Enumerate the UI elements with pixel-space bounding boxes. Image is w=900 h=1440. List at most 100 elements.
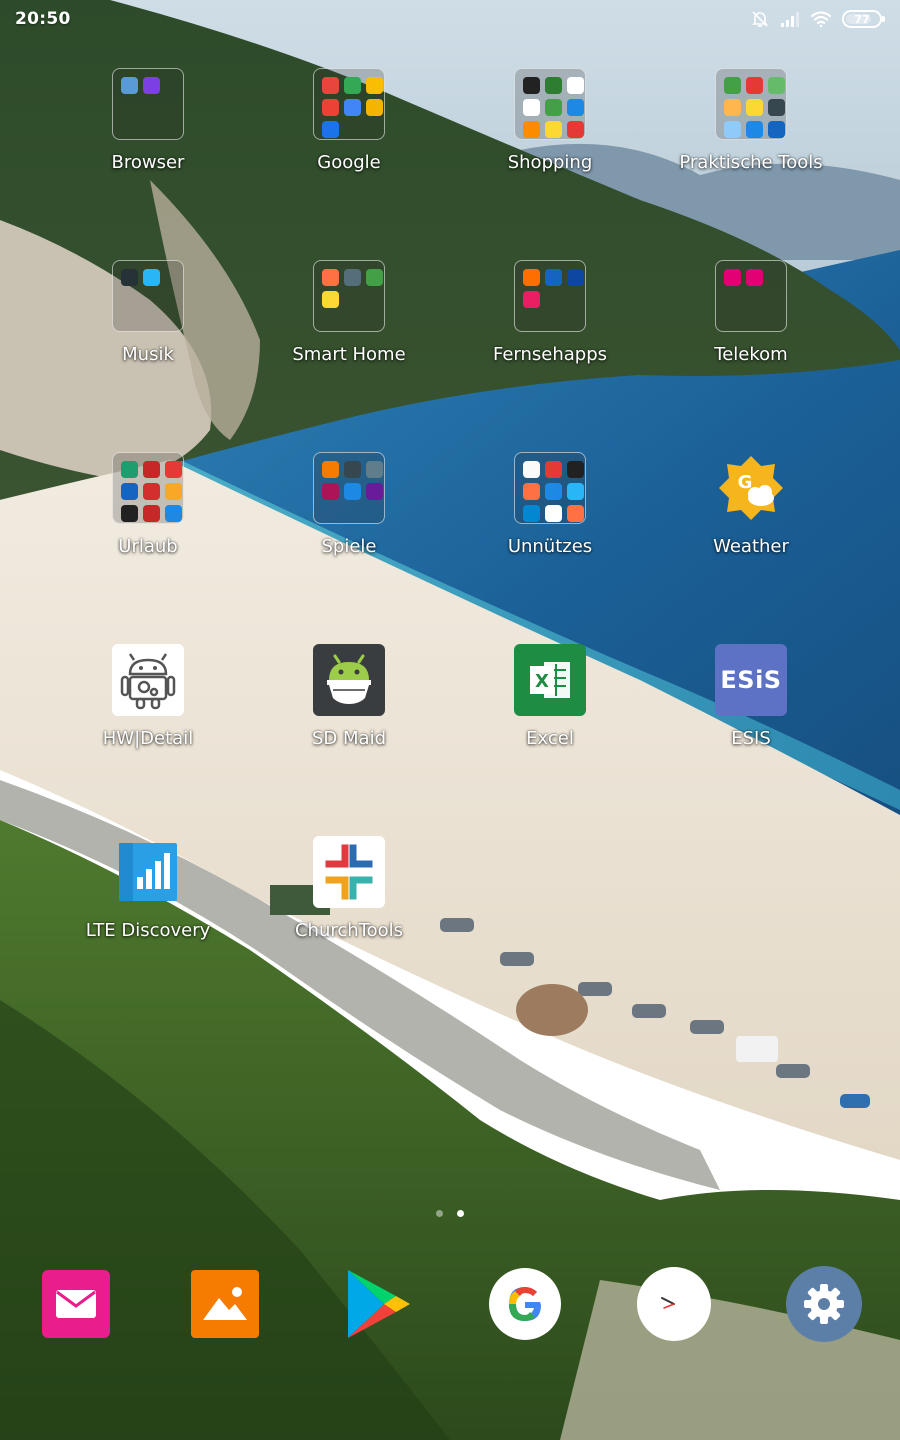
folder-mini-app-icon [344, 483, 361, 500]
folder-shopping[interactable]: Shopping [450, 68, 650, 218]
folder-praktische-tools[interactable]: Praktische Tools [651, 68, 851, 218]
folder-mini-app-icon [523, 121, 540, 138]
app-lte-discovery[interactable]: LTE Discovery [48, 836, 248, 986]
folder-mini-app-icon [344, 269, 361, 286]
folder-icon [715, 68, 787, 140]
folder-mini-app-icon [143, 269, 160, 286]
folder-mini-app-icon [366, 483, 383, 500]
folder-mini-app-icon [567, 77, 584, 94]
folder-label: Urlaub [118, 536, 178, 557]
folder-mini-app-icon [724, 121, 741, 138]
folder-mini-app-icon [523, 483, 540, 500]
folder-mini-app-icon [746, 99, 763, 116]
folder-mini-app-icon [545, 505, 562, 522]
folder-mini-app-icon [366, 77, 383, 94]
app-sd-maid[interactable]: SD Maid [249, 644, 449, 794]
android-robot-icon [112, 644, 184, 716]
folder-browser[interactable]: Browser [48, 68, 248, 218]
folder-icon [313, 452, 385, 524]
folder-mini-app-icon [366, 269, 383, 286]
app-label: Weather [713, 536, 789, 557]
folder-label: Google [317, 152, 381, 173]
churchtools-icon [313, 836, 385, 908]
folder-label: Fernsehapps [492, 344, 608, 365]
folder-smart-home[interactable]: Smart Home [249, 260, 449, 410]
app-label: ChurchTools [294, 920, 404, 941]
wifi-icon [810, 10, 832, 28]
folder-label: Spiele [321, 536, 377, 557]
dock-gallery-app[interactable] [187, 1268, 263, 1344]
folder-mini-app-icon [523, 505, 540, 522]
folder-mini-app-icon [545, 269, 562, 286]
folder-mini-app-icon [545, 99, 562, 116]
app-label: SD Maid [312, 728, 386, 749]
folder-mini-app-icon [143, 483, 160, 500]
folder-mini-app-icon [165, 461, 182, 478]
folder-mini-app-icon [523, 291, 540, 308]
folder-label: Unnützes [507, 536, 593, 557]
folder-mini-app-icon [322, 121, 339, 138]
folder-label: Musik [122, 344, 174, 365]
folder-icon [514, 68, 586, 140]
folder-musik[interactable]: Musik [48, 260, 248, 410]
folder-mini-app-icon [545, 483, 562, 500]
folder-icon [112, 260, 184, 332]
folder-mini-app-icon [724, 99, 741, 116]
app-label: HW|Detail [102, 728, 194, 749]
folder-mini-app-icon [121, 483, 138, 500]
folder-mini-app-icon [322, 99, 339, 116]
folder-telekom[interactable]: Telekom [651, 260, 851, 410]
folder-mini-app-icon [121, 269, 138, 286]
app-label: LTE Discovery [85, 920, 211, 941]
folder-icon [313, 260, 385, 332]
folder-urlaub[interactable]: Urlaub [48, 452, 248, 602]
folder-mini-app-icon [768, 99, 785, 116]
folder-icon [112, 452, 184, 524]
folder-mini-app-icon [121, 461, 138, 478]
dock-email-app[interactable] [38, 1268, 114, 1344]
page-dot-active[interactable] [457, 1210, 464, 1217]
folder-fernsehapps[interactable]: Fernsehapps [450, 260, 650, 410]
dock-play-store-app[interactable] [338, 1268, 414, 1344]
esis-icon: ESiS [715, 644, 787, 716]
page-dot[interactable] [436, 1210, 443, 1217]
folder-mini-app-icon [121, 77, 138, 94]
folder-mini-app-icon [322, 77, 339, 94]
folder-icon [715, 260, 787, 332]
folder-mini-app-icon [567, 505, 584, 522]
folder-mini-app-icon [143, 461, 160, 478]
app-churchtools[interactable]: ChurchTools [249, 836, 449, 986]
app-esis[interactable]: ESiS ESIS [651, 644, 851, 794]
folder-unnuetzes[interactable]: Unnützes [450, 452, 650, 602]
folder-mini-app-icon [344, 99, 361, 116]
folder-mini-app-icon [567, 483, 584, 500]
status-time: 20:50 [15, 9, 71, 29]
folder-label: Browser [111, 152, 185, 173]
excel-icon: X [514, 644, 586, 716]
status-icons: 77 [750, 8, 885, 30]
mail-icon [40, 1268, 112, 1344]
clock-icon [636, 1266, 712, 1346]
app-excel[interactable]: X Excel [450, 644, 650, 794]
folder-label: Telekom [714, 344, 788, 365]
folder-mini-app-icon [322, 461, 339, 478]
dock-google-app[interactable] [487, 1268, 563, 1344]
folder-label: Smart Home [292, 344, 406, 365]
app-hwdetail[interactable]: HW|Detail [48, 644, 248, 794]
folder-mini-app-icon [724, 269, 741, 286]
folder-mini-app-icon [344, 461, 361, 478]
folder-mini-app-icon [523, 461, 540, 478]
folder-mini-app-icon [567, 121, 584, 138]
folder-mini-app-icon [366, 99, 383, 116]
folder-icon [313, 68, 385, 140]
silent-bell-icon [750, 9, 770, 29]
folder-mini-app-icon [724, 77, 741, 94]
folder-google[interactable]: Google [249, 68, 449, 218]
dock-settings-app[interactable] [786, 1266, 862, 1344]
folder-spiele[interactable]: Spiele [249, 452, 449, 602]
folder-icon [112, 68, 184, 140]
signal-icon [780, 10, 800, 28]
app-weather[interactable]: G Weather [651, 452, 851, 602]
dock-clock-app[interactable] [636, 1266, 712, 1346]
lte-signal-icon [112, 836, 184, 908]
